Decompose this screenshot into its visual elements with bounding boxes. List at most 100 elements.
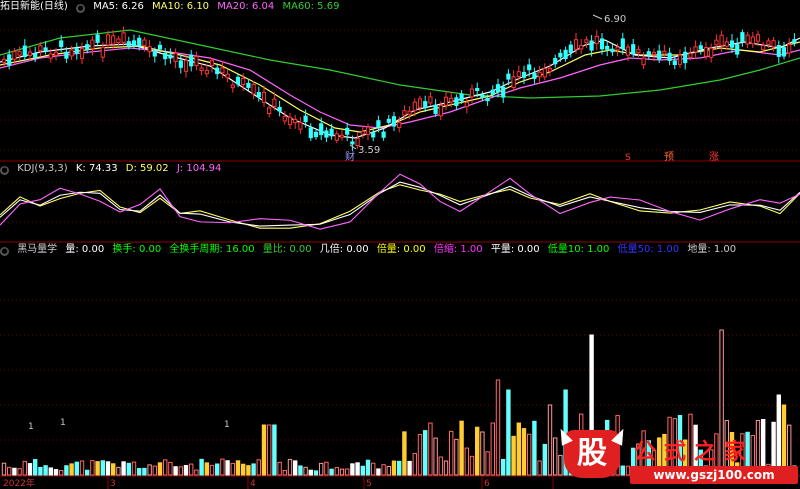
candle-body (53, 51, 59, 56)
candle-body (506, 73, 511, 80)
candle-body (17, 51, 22, 56)
volume-bar (1, 462, 7, 476)
volume-bar (438, 456, 444, 476)
vol-value: 量: 0.00 (65, 244, 105, 255)
settings-dot-icon[interactable]: ● (0, 247, 9, 256)
candle-body (74, 48, 79, 54)
volume-bar (391, 460, 397, 476)
candle-body (688, 53, 693, 58)
candle-body (90, 39, 95, 50)
volume-bar (407, 460, 412, 476)
volume-bar (194, 469, 199, 476)
candle-body (183, 59, 189, 72)
volume-mark: 1 (60, 418, 66, 428)
volume-bar (230, 462, 236, 476)
candle-body (672, 60, 677, 66)
volume-bar (537, 460, 542, 476)
candle-body (313, 131, 319, 138)
volume-bar (449, 430, 454, 476)
candle-body (599, 38, 605, 50)
candle-body (391, 116, 397, 127)
settings-dot-icon[interactable]: ● (0, 166, 9, 175)
candle-body (485, 97, 490, 102)
candle-body (371, 132, 376, 138)
volume-bar (272, 424, 277, 476)
candle-body (105, 34, 111, 46)
marker-forecast: 预 (664, 151, 674, 163)
x-axis-label-month-3: 3 (110, 479, 116, 489)
volume-ratio-value: 量比: 0.00 (262, 244, 312, 255)
candle-body (241, 77, 246, 85)
volume-bar (443, 460, 449, 476)
candle-body (781, 47, 787, 57)
candle-body (38, 45, 43, 52)
candle-body (662, 50, 667, 55)
logo-title: 公式之家 (634, 440, 755, 465)
volume-bar (428, 422, 433, 476)
logo-badge: 股 (555, 426, 629, 478)
candle-body (677, 54, 683, 65)
candle-body (246, 82, 251, 88)
candle-body (209, 60, 215, 67)
candle-body (573, 39, 579, 50)
candle-body (48, 53, 53, 59)
candle-body (137, 37, 142, 47)
volume-bar (501, 458, 506, 476)
candle-body (745, 34, 750, 45)
candle-body (771, 40, 776, 48)
candle-body (298, 121, 303, 130)
volume-bar (521, 428, 527, 476)
candle-body (516, 71, 521, 77)
stock-name[interactable]: 拓日新能(日线) (0, 1, 68, 12)
logo-badge-text: 股 (577, 436, 607, 471)
volume-bar (59, 470, 64, 476)
candle-body (282, 115, 287, 122)
volume-bar (137, 468, 142, 476)
candle-body (605, 45, 610, 50)
kdj-name[interactable]: KDJ(9,3,3) (17, 163, 67, 174)
candle-body (475, 87, 480, 92)
volume-bar (350, 463, 355, 476)
volume-bar (111, 463, 116, 476)
candle-body (365, 126, 371, 136)
volume-bar (27, 463, 33, 476)
candle-body (95, 34, 100, 43)
candle-body (277, 106, 282, 112)
volume-bar (235, 460, 241, 476)
volume-bar (381, 464, 386, 476)
candle-body (261, 91, 267, 103)
volume-indicator-name[interactable]: 黑马量学 (17, 244, 57, 255)
volume-bar (79, 460, 85, 476)
candle-body (755, 34, 761, 42)
volume-bar (12, 467, 17, 476)
volume-bar (293, 460, 298, 476)
volume-bar (121, 461, 126, 476)
candle-body (454, 97, 459, 107)
marker-finance: 财 (345, 150, 355, 163)
ma5-value: MA5: 6.26 (93, 1, 144, 12)
volume-bar (105, 461, 111, 476)
candle-body (594, 35, 599, 45)
candle-body (324, 130, 329, 138)
volume-bar (173, 466, 178, 476)
volume-bar (371, 462, 376, 476)
candle-body (511, 76, 516, 89)
volume-bar (313, 470, 319, 476)
multiple-value: 几倍: 0.00 (319, 244, 369, 255)
volume-bar (199, 458, 204, 476)
volume-bar (490, 422, 496, 476)
candle-body (215, 67, 220, 75)
volume-bar (386, 465, 392, 476)
volume-bar (360, 465, 366, 476)
volume-bar (495, 379, 501, 476)
settings-dot-icon[interactable]: ● (76, 4, 85, 13)
ma10-value: MA10: 6.10 (152, 1, 210, 12)
candle-body (449, 97, 454, 103)
volume-bar (85, 469, 90, 476)
x-axis-label-month-4: 4 (250, 479, 256, 489)
volume-bar (69, 463, 74, 476)
volume-bar (506, 389, 511, 476)
candle-body (402, 110, 407, 116)
candle-body (735, 44, 740, 55)
volume-bar (355, 462, 360, 476)
